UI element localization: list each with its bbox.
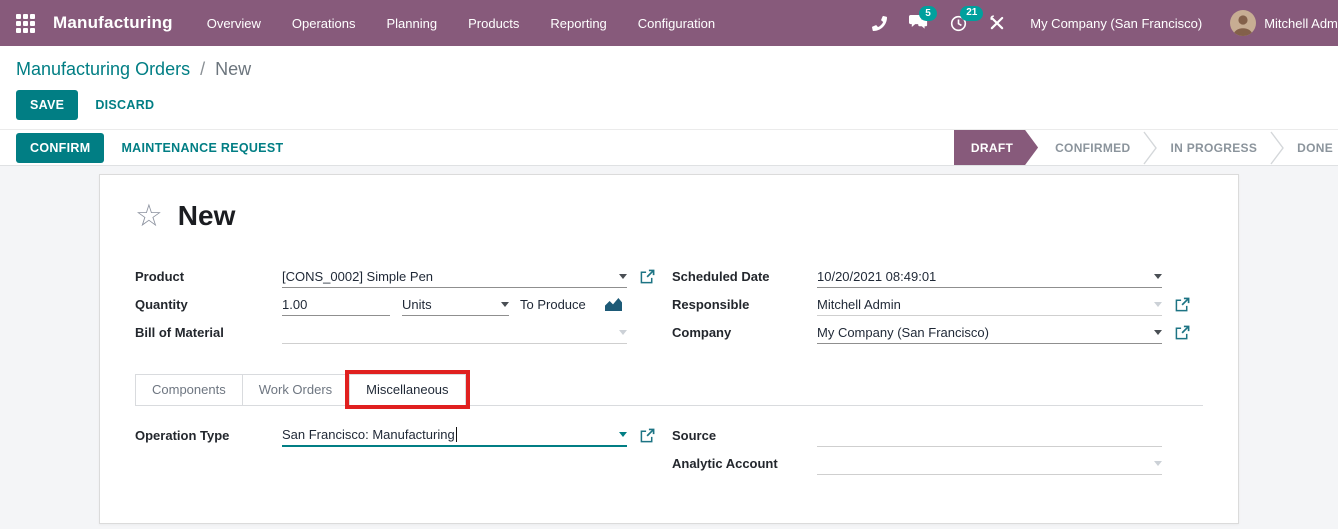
company-input[interactable]: My Company (San Francisco) <box>817 321 1162 344</box>
analytic-account-label: Analytic Account <box>672 452 817 475</box>
scheduled-date-label: Scheduled Date <box>672 265 817 288</box>
product-label: Product <box>135 265 282 288</box>
nav-products[interactable]: Products <box>468 16 519 31</box>
statusbar-actions: CONFIRM MAINTENANCE REQUEST <box>16 133 283 163</box>
nav-planning[interactable]: Planning <box>387 16 438 31</box>
record-title: New <box>178 200 236 232</box>
tab-work-orders[interactable]: Work Orders <box>243 374 349 405</box>
status-pipeline: DRAFT CONFIRMED IN PROGRESS DONE <box>954 130 1338 165</box>
text-cursor <box>456 427 457 442</box>
form-bottom-grid: Operation Type San Francisco: Manufactur… <box>135 424 1203 480</box>
responsible-dropdown-caret-icon[interactable] <box>1154 302 1162 307</box>
company-external-link-icon[interactable] <box>1162 321 1190 344</box>
source-input[interactable] <box>817 424 1162 447</box>
analytic-account-input[interactable] <box>817 452 1162 475</box>
discard-button[interactable]: DISCARD <box>95 98 154 112</box>
bill-of-material-label: Bill of Material <box>135 321 282 344</box>
chevron-separator-icon <box>1143 131 1157 165</box>
breadcrumb: Manufacturing Orders / New <box>16 57 1322 82</box>
uom-dropdown-caret-icon[interactable] <box>501 302 509 307</box>
app-name[interactable]: Manufacturing <box>53 13 173 33</box>
messages-badge: 5 <box>919 6 937 21</box>
chevron-separator-icon <box>1270 131 1284 165</box>
form-bottom-left-column: Operation Type San Francisco: Manufactur… <box>135 424 655 480</box>
state-done[interactable]: DONE <box>1284 141 1338 155</box>
state-draft[interactable]: DRAFT <box>954 130 1038 165</box>
breadcrumb-separator: / <box>200 59 205 79</box>
form-bottom-right-column: Source Analytic Account <box>672 424 1190 480</box>
form-left-column: Product [CONS_0002] Simple Pen Quantity <box>135 265 655 349</box>
avatar[interactable] <box>1230 10 1256 36</box>
company-label: Company <box>672 321 817 344</box>
bill-of-material-dropdown-caret-icon[interactable] <box>619 330 627 335</box>
field-row-operation-type: Operation Type San Francisco: Manufactur… <box>135 424 655 452</box>
company-switcher[interactable]: My Company (San Francisco) <box>1030 16 1202 31</box>
nav-configuration[interactable]: Configuration <box>638 16 715 31</box>
source-label: Source <box>672 424 817 447</box>
field-row-scheduled-date: Scheduled Date 10/20/2021 08:49:01 <box>672 265 1190 293</box>
responsible-external-link-icon[interactable] <box>1162 293 1190 316</box>
state-in-progress[interactable]: IN PROGRESS <box>1157 141 1270 155</box>
form-right-column: Scheduled Date 10/20/2021 08:49:01 Respo… <box>672 265 1190 349</box>
top-navbar: Manufacturing Overview Operations Planni… <box>0 0 1338 46</box>
content-area: ☆ New Product [CONS_0002] Simple Pen <box>0 166 1338 529</box>
responsible-label: Responsible <box>672 293 817 316</box>
state-confirmed[interactable]: CONFIRMED <box>1042 141 1143 155</box>
product-external-link-icon[interactable] <box>627 265 655 288</box>
favorite-star-icon[interactable]: ☆ <box>135 201 163 231</box>
save-button[interactable]: SAVE <box>16 90 78 120</box>
quantity-input[interactable]: 1.00 <box>282 293 390 316</box>
confirm-button[interactable]: CONFIRM <box>16 133 104 163</box>
to-produce-label: To Produce <box>520 293 586 316</box>
maintenance-request-button[interactable]: MAINTENANCE REQUEST <box>121 141 283 155</box>
activities-icon[interactable]: 21 <box>950 15 967 32</box>
company-dropdown-caret-icon[interactable] <box>1154 330 1162 335</box>
operation-type-label: Operation Type <box>135 424 282 447</box>
control-panel-buttons: SAVE DISCARD <box>16 90 1322 120</box>
nav-operations[interactable]: Operations <box>292 16 356 31</box>
product-input[interactable]: [CONS_0002] Simple Pen <box>282 265 627 288</box>
breadcrumb-parent[interactable]: Manufacturing Orders <box>16 59 190 79</box>
activities-badge: 21 <box>960 6 983 21</box>
bill-of-material-input[interactable] <box>282 321 627 344</box>
tools-icon[interactable] <box>989 15 1005 31</box>
nav-reporting[interactable]: Reporting <box>550 16 606 31</box>
field-row-bill-of-material: Bill of Material <box>135 321 655 349</box>
uom-select[interactable]: Units <box>402 293 509 316</box>
field-row-responsible: Responsible Mitchell Admin <box>672 293 1190 321</box>
phone-icon[interactable] <box>872 16 887 31</box>
scheduled-date-dropdown-caret-icon[interactable] <box>1154 274 1162 279</box>
app-menu: Overview Operations Planning Products Re… <box>207 16 715 31</box>
control-panel: Manufacturing Orders / New SAVE DISCARD <box>0 46 1338 129</box>
form-top-grid: Product [CONS_0002] Simple Pen Quantity <box>135 265 1203 349</box>
scheduled-date-input[interactable]: 10/20/2021 08:49:01 <box>817 265 1162 288</box>
field-row-source: Source <box>672 424 1190 452</box>
operation-type-dropdown-caret-icon[interactable] <box>619 432 627 437</box>
messages-icon[interactable]: 5 <box>909 15 928 31</box>
nav-overview[interactable]: Overview <box>207 16 261 31</box>
product-dropdown-caret-icon[interactable] <box>619 274 627 279</box>
notebook-tabs: Components Work Orders Miscellaneous <box>135 374 1203 406</box>
operation-type-external-link-icon[interactable] <box>627 424 655 447</box>
operation-type-input[interactable]: San Francisco: Manufacturing <box>282 424 627 447</box>
responsible-input[interactable]: Mitchell Admin <box>817 293 1162 316</box>
tab-miscellaneous[interactable]: Miscellaneous <box>349 374 465 405</box>
tab-components[interactable]: Components <box>135 374 243 405</box>
analytic-account-dropdown-caret-icon[interactable] <box>1154 461 1162 466</box>
apps-menu-icon[interactable] <box>16 14 35 33</box>
field-row-product: Product [CONS_0002] Simple Pen <box>135 265 655 293</box>
field-row-quantity: Quantity 1.00 Units To Produce <box>135 293 655 321</box>
forecast-chart-icon[interactable] <box>604 293 623 316</box>
statusbar: CONFIRM MAINTENANCE REQUEST DRAFT CONFIR… <box>0 129 1338 166</box>
title-row: ☆ New <box>135 200 1203 232</box>
field-row-company: Company My Company (San Francisco) <box>672 321 1190 349</box>
field-row-analytic-account: Analytic Account <box>672 452 1190 480</box>
user-name[interactable]: Mitchell Admin <box>1264 16 1338 31</box>
quantity-label: Quantity <box>135 293 282 316</box>
breadcrumb-current: New <box>215 59 251 79</box>
form-sheet: ☆ New Product [CONS_0002] Simple Pen <box>99 174 1239 524</box>
navbar-systray: 5 21 My Company (San Francisco) Mitchell… <box>850 10 1338 36</box>
